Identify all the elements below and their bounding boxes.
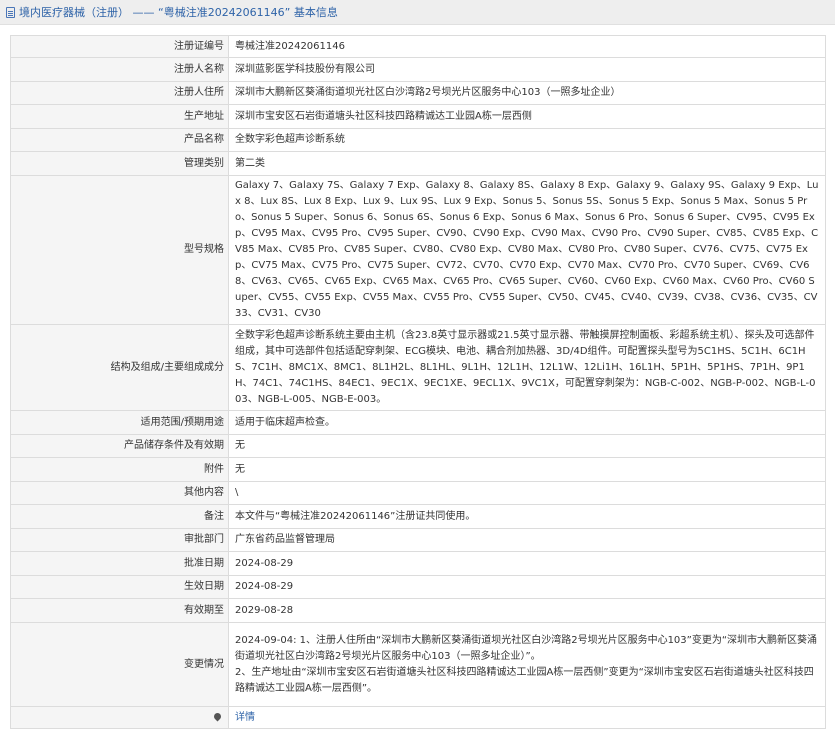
row-value: 无: [228, 457, 826, 482]
row-label: 有效期至: [10, 598, 229, 623]
table-row: 型号规格 Galaxy 7、Galaxy 7S、Galaxy 7 Exp、Gal…: [10, 175, 826, 325]
table-row: 备注 本文件与“粤械注准20242061146”注册证共同使用。: [10, 504, 826, 529]
row-label: 结构及组成/主要组成成分: [10, 324, 229, 411]
table-row: 产品名称 全数字彩色超声诊断系统: [10, 128, 826, 152]
row-value: 深圳蓝影医学科技股份有限公司: [228, 57, 826, 82]
row-value: 2029-08-28: [228, 598, 826, 623]
row-label: 生效日期: [10, 575, 229, 599]
row-value: 广东省药品监督管理局: [228, 528, 826, 552]
table-row: 注册人名称 深圳蓝影医学科技股份有限公司: [10, 57, 826, 82]
row-value: 无: [228, 434, 826, 458]
page-header: 境内医疗器械（注册） —— “粤械注准20242061146” 基本信息: [0, 0, 835, 25]
row-label: 批准日期: [10, 551, 229, 576]
table-row: 产品储存条件及有效期 无: [10, 434, 826, 458]
table-row: 详情: [10, 706, 826, 729]
row-value: 本文件与“粤械注准20242061146”注册证共同使用。: [228, 504, 826, 529]
row-label: 注册人住所: [10, 81, 229, 105]
row-value: 2024-08-29: [228, 575, 826, 599]
location-pin-icon: [212, 711, 223, 722]
row-label: 产品名称: [10, 128, 229, 152]
composition-value: 全数字彩色超声诊断系统主要由主机（含23.8英寸显示器或21.5英寸显示器、带触…: [228, 324, 826, 411]
page-title: 境内医疗器械（注册） —— “粤械注准20242061146” 基本信息: [19, 6, 338, 19]
table-row: 审批部门 广东省药品监督管理局: [10, 528, 826, 552]
table-row: 适用范围/预期用途 适用于临床超声检查。: [10, 410, 826, 435]
table-row: 有效期至 2029-08-28: [10, 598, 826, 623]
table-row: 批准日期 2024-08-29: [10, 551, 826, 576]
row-label: 备注: [10, 504, 229, 529]
document-icon: [6, 6, 15, 18]
table-row: 其他内容 \: [10, 481, 826, 505]
row-value: 2024-08-29: [228, 551, 826, 576]
row-label: 变更情况: [10, 622, 229, 707]
row-value: 详情: [228, 706, 826, 729]
row-label: 型号规格: [10, 175, 229, 325]
row-value: 适用于临床超声检查。: [228, 410, 826, 435]
row-label: 审批部门: [10, 528, 229, 552]
change-history-value: 2024-09-04: 1、注册人住所由“深圳市大鹏新区葵涌街道坝光社区白沙湾路…: [228, 622, 826, 707]
table-row: 附件 无: [10, 457, 826, 482]
row-value: 深圳市宝安区石岩街道塘头社区科技四路精诚达工业园A栋一层西侧: [228, 104, 826, 129]
table-row: 生效日期 2024-08-29: [10, 575, 826, 599]
row-value: 深圳市大鹏新区葵涌街道坝光社区白沙湾路2号坝光片区服务中心103（一照多址企业）: [228, 81, 826, 105]
change-line: 2024-09-04: 1、注册人住所由“深圳市大鹏新区葵涌街道坝光社区白沙湾路…: [235, 634, 818, 662]
row-label: 管理类别: [10, 151, 229, 176]
table-row: 结构及组成/主要组成成分 全数字彩色超声诊断系统主要由主机（含23.8英寸显示器…: [10, 324, 826, 411]
row-label: 适用范围/预期用途: [10, 410, 229, 435]
row-label: 产品储存条件及有效期: [10, 434, 229, 458]
row-label: 注册证编号: [10, 35, 229, 58]
row-label: 注册人名称: [10, 57, 229, 82]
row-label: 附件: [10, 457, 229, 482]
row-value: 粤械注准20242061146: [228, 35, 826, 58]
row-label: 生产地址: [10, 104, 229, 129]
row-label: 其他内容: [10, 481, 229, 505]
table-row: 注册证编号 粤械注准20242061146: [10, 35, 826, 58]
table-row: 注册人住所 深圳市大鹏新区葵涌街道坝光社区白沙湾路2号坝光片区服务中心103（一…: [10, 81, 826, 105]
info-table: 注册证编号 粤械注准20242061146 注册人名称 深圳蓝影医学科技股份有限…: [10, 35, 826, 729]
row-value: \: [228, 481, 826, 505]
change-line: 2、生产地址由“深圳市宝安区石岩街道塘头社区科技四路精诚达工业园A栋一层西侧”变…: [235, 666, 814, 694]
row-value: 全数字彩色超声诊断系统: [228, 128, 826, 152]
model-spec-value: Galaxy 7、Galaxy 7S、Galaxy 7 Exp、Galaxy 8…: [228, 175, 826, 325]
table-row: 生产地址 深圳市宝安区石岩街道塘头社区科技四路精诚达工业园A栋一层西侧: [10, 104, 826, 129]
row-value: 第二类: [228, 151, 826, 176]
table-row: 变更情况 2024-09-04: 1、注册人住所由“深圳市大鹏新区葵涌街道坝光社…: [10, 622, 826, 707]
details-link[interactable]: 详情: [235, 712, 255, 723]
table-row: 管理类别 第二类: [10, 151, 826, 176]
row-label: [10, 706, 229, 729]
